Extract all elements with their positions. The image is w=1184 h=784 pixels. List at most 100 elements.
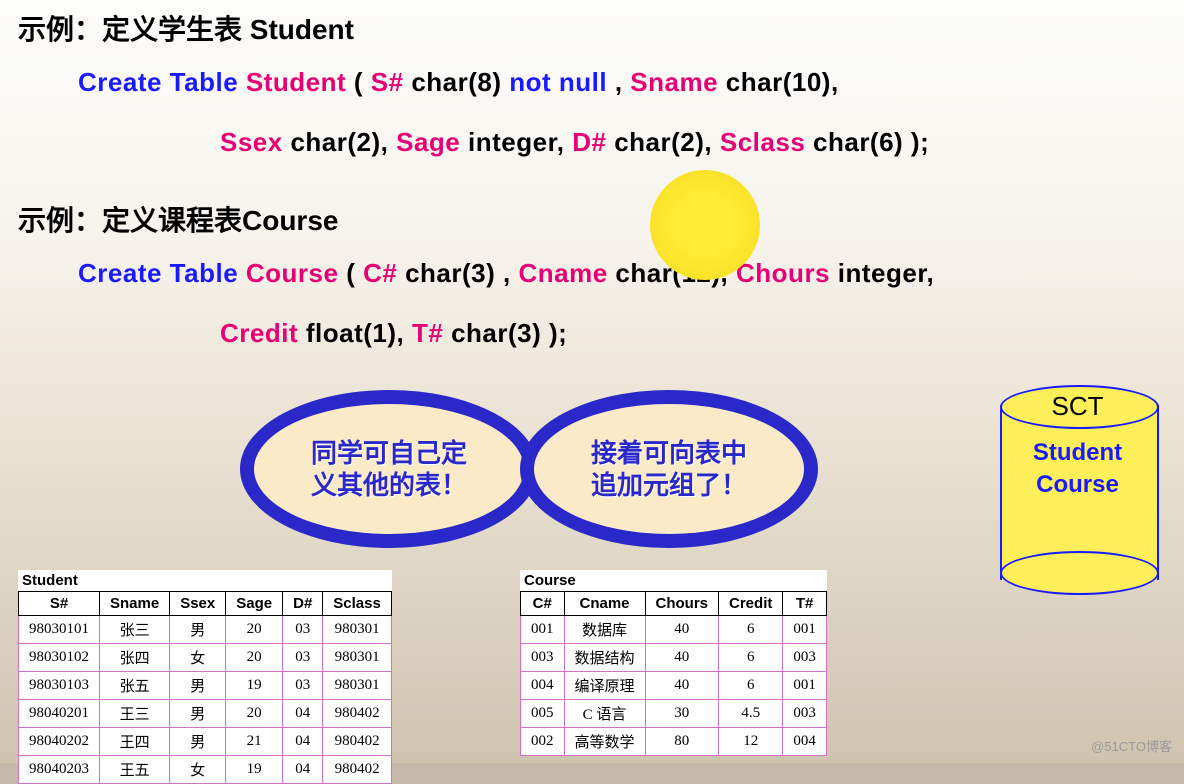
sql-token: Table <box>170 67 238 97</box>
sql-token: char(3) , <box>405 258 511 288</box>
sql-token <box>712 127 720 157</box>
table-cell: 98030102 <box>19 644 100 672</box>
sql-token <box>397 258 405 288</box>
table-cell: 004 <box>783 728 827 756</box>
table-header: C# <box>521 592 565 616</box>
table-cell: 30 <box>645 700 719 728</box>
table-cell: C 语言 <box>564 700 645 728</box>
table-cell: 98030103 <box>19 672 100 700</box>
table-cell: 张三 <box>100 616 170 644</box>
oval-right-line2: 追加元组了！ <box>591 469 747 502</box>
sql-token <box>443 318 451 348</box>
sql-token: char(6) ); <box>813 127 929 157</box>
table-cell: 6 <box>719 672 783 700</box>
sql-token: Credit <box>220 318 298 348</box>
cylinder-line1: Student <box>1000 437 1155 469</box>
table-cell: 980301 <box>323 616 392 644</box>
table-cell: 03 <box>283 616 323 644</box>
table-row: 003数据结构406003 <box>521 644 827 672</box>
sql-token: Sage <box>396 127 460 157</box>
sql-token: Create <box>78 67 162 97</box>
table-header: Sclass <box>323 592 392 616</box>
heading-example1: 示例：定义学生表 Student <box>0 0 1184 48</box>
heading-example2: 示例：定义课程表Course <box>0 169 1184 239</box>
table-cell: 20 <box>226 616 283 644</box>
sql-student-line1: Create Table Student ( S# char(8) not nu… <box>0 48 1184 108</box>
highlight-dot <box>650 170 760 280</box>
sql-token: integer, <box>468 127 564 157</box>
table-cell: 980402 <box>323 756 392 784</box>
table-cell: 001 <box>783 616 827 644</box>
table-cell: 21 <box>226 728 283 756</box>
sql-token <box>404 318 412 348</box>
oval-left: 同学可自己定 义其他的表！ <box>240 390 538 548</box>
sql-token: , <box>607 67 630 97</box>
sql-token: char(3) ); <box>451 318 567 348</box>
sql-token <box>460 127 468 157</box>
table-cell: 98030101 <box>19 616 100 644</box>
table-header: Sage <box>226 592 283 616</box>
table-cell: 数据结构 <box>564 644 645 672</box>
table-cell: 40 <box>645 672 719 700</box>
sql-token: Chours <box>736 258 830 288</box>
sql-token: ( <box>338 258 363 288</box>
table-cell: 王三 <box>100 700 170 728</box>
table-cell: 女 <box>170 756 226 784</box>
table-row: 001数据库406001 <box>521 616 827 644</box>
table-cell: 98040202 <box>19 728 100 756</box>
table-header: S# <box>19 592 100 616</box>
table-header: Ssex <box>170 592 226 616</box>
sql-token: float(1), <box>306 318 404 348</box>
table-cell: 王五 <box>100 756 170 784</box>
table-cell: 12 <box>719 728 783 756</box>
table-cell: 98040203 <box>19 756 100 784</box>
sql-token: Ssex <box>220 127 283 157</box>
table-cell: 19 <box>226 756 283 784</box>
table-cell: 男 <box>170 700 226 728</box>
table-cell: 002 <box>521 728 565 756</box>
table-row: 005C 语言304.5003 <box>521 700 827 728</box>
oval-left-line1: 同学可自己定 <box>311 437 467 470</box>
table-cell: 80 <box>645 728 719 756</box>
table-cell: 40 <box>645 616 719 644</box>
table-cell: 03 <box>283 644 323 672</box>
sql-token: Sname <box>630 67 718 97</box>
table-cell: 40 <box>645 644 719 672</box>
table-cell: 王四 <box>100 728 170 756</box>
sql-token: not null <box>509 67 607 97</box>
sql-token <box>718 67 726 97</box>
table-cell: 003 <box>521 644 565 672</box>
table-row: 98030102张四女2003980301 <box>19 644 392 672</box>
table-cell: 高等数学 <box>564 728 645 756</box>
table-cell: 04 <box>283 700 323 728</box>
student-table-label: Student <box>18 570 392 591</box>
table-cell: 980402 <box>323 728 392 756</box>
sql-token <box>162 258 170 288</box>
sql-token: S# <box>371 67 404 97</box>
sql-token: Course <box>246 258 339 288</box>
table-cell: 20 <box>226 644 283 672</box>
table-cell: 数据库 <box>564 616 645 644</box>
table-cell: 19 <box>226 672 283 700</box>
sql-token <box>805 127 813 157</box>
table-row: 98040203王五女1904980402 <box>19 756 392 784</box>
cylinder-title: SCT <box>1000 391 1155 422</box>
table-cell: 005 <box>521 700 565 728</box>
cylinder-line2: Course <box>1000 469 1155 501</box>
table-cell: 张四 <box>100 644 170 672</box>
sql-course-line1: Create Table Course ( C# char(3) , Cname… <box>0 239 1184 299</box>
sql-token <box>162 67 170 97</box>
table-cell: 男 <box>170 616 226 644</box>
table-cell: 98040201 <box>19 700 100 728</box>
course-table-label: Course <box>520 570 827 591</box>
sql-token: Table <box>170 258 238 288</box>
table-cell: 980301 <box>323 644 392 672</box>
sql-token: Cname <box>518 258 607 288</box>
oval-right-line1: 接着可向表中 <box>591 437 747 470</box>
sql-token: Student <box>246 67 346 97</box>
table-cell: 女 <box>170 644 226 672</box>
table-cell: 04 <box>283 728 323 756</box>
sql-token: char(10), <box>726 67 839 97</box>
sql-token: char(2), <box>614 127 712 157</box>
table-header: D# <box>283 592 323 616</box>
